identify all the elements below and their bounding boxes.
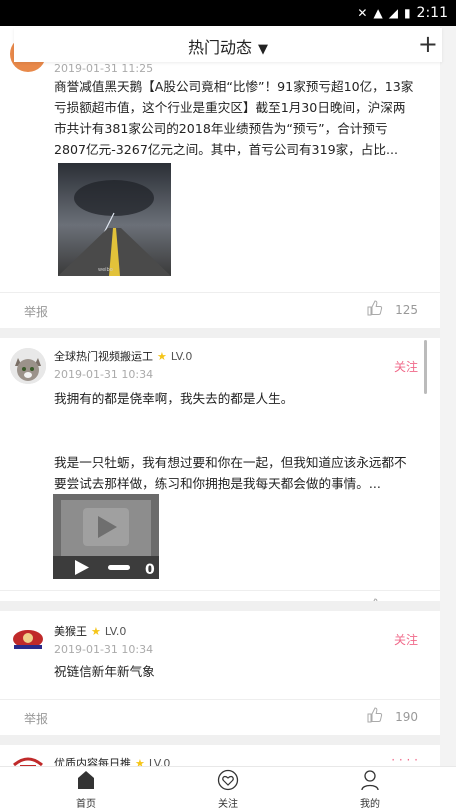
- nav-home-label: 首页: [76, 799, 96, 810]
- post-content[interactable]: 商誉减值黑天鹅【A股公司竟相“比惨”！91家预亏超10亿，13家亏损额超市值，这…: [54, 76, 416, 160]
- post-item[interactable]: 美猴王 ★ LV.0 2019-01-31 10:34 关注 祝链信新年新气象 举报…: [0, 611, 440, 735]
- nav-mine-label: 我的: [360, 799, 380, 810]
- username[interactable]: 全球热门视频搬运工 ★ LV.0: [54, 348, 192, 364]
- follow-button[interactable]: 关注: [394, 631, 418, 648]
- more-button[interactable]: · · · ·: [391, 753, 418, 766]
- like-count: 125: [395, 302, 418, 317]
- home-icon: [56, 769, 116, 793]
- avatar[interactable]: [10, 621, 46, 657]
- username[interactable]: 美猴王 ★ LV.0: [54, 623, 126, 639]
- like-button[interactable]: 190: [365, 706, 418, 727]
- nav-home[interactable]: 首页: [56, 769, 116, 810]
- divider: [0, 601, 440, 611]
- status-bar: ✕ ▲ ◢ ▮ 2:11: [0, 0, 456, 26]
- thumbs-up-icon: [365, 706, 383, 727]
- video-thumbnail[interactable]: 0: [53, 494, 159, 579]
- bottom-nav: 首页 关注 我的: [0, 766, 456, 811]
- post-actions: 举报 125: [0, 292, 440, 328]
- star-icon: ★: [91, 625, 101, 638]
- post-item[interactable]: 2019-01-31 11:25 商誉减值黑天鹅【A股公司竟相“比惨”！91家预…: [0, 26, 440, 328]
- chevron-down-icon: ▼: [258, 42, 268, 57]
- nav-mine[interactable]: 我的: [340, 769, 400, 810]
- nav-follow-label: 关注: [218, 799, 238, 810]
- battery-icon: ▮: [403, 6, 411, 20]
- post-content[interactable]: 祝链信新年新气象: [54, 661, 416, 682]
- like-button[interactable]: 125: [365, 299, 418, 320]
- post-actions: 举报 190: [0, 699, 440, 735]
- post-date: 2019-01-31 10:34: [54, 368, 154, 381]
- status-time: 2:11: [416, 5, 448, 21]
- page-title: 热门动态: [187, 38, 252, 57]
- user-level: LV.0: [170, 350, 193, 363]
- post-item[interactable]: 优质内容每日推 ★ LV.0 · · · ·: [0, 745, 440, 766]
- star-icon: ★: [157, 350, 167, 363]
- thumbs-up-icon: [365, 299, 383, 320]
- post-content[interactable]: 我拥有的都是侥幸啊，我失去的都是人生。: [54, 388, 416, 409]
- scroll-rail: [440, 26, 456, 766]
- user-level: LV.0: [104, 625, 127, 638]
- add-button[interactable]: +: [418, 28, 438, 60]
- username[interactable]: 优质内容每日推 ★ LV.0: [54, 755, 170, 766]
- header-title-dropdown[interactable]: 热门动态 ▼: [14, 34, 442, 58]
- report-button[interactable]: 举报: [24, 303, 48, 320]
- user-icon: [340, 769, 400, 793]
- follow-button[interactable]: 关注: [394, 358, 418, 375]
- feed[interactable]: 2019-01-31 11:25 商誉减值黑天鹅【A股公司竟相“比惨”！91家预…: [0, 26, 440, 766]
- post-image[interactable]: weibo: [58, 163, 171, 276]
- post-date: 2019-01-31 10:34: [54, 643, 154, 656]
- svg-text:weibo: weibo: [98, 267, 113, 273]
- video-count: 0: [145, 562, 155, 578]
- username-text: 优质内容每日推: [54, 757, 131, 766]
- like-count: 190: [395, 709, 418, 724]
- post-content[interactable]: 我是一只牡蛎，我有想过要和你在一起，但我知道应该永远都不要尝试去那样做，练习和你…: [54, 452, 416, 494]
- heart-icon: [198, 769, 258, 793]
- nav-follow[interactable]: 关注: [198, 769, 258, 810]
- user-level: LV.0: [148, 757, 171, 766]
- wifi-icon: ▲: [373, 6, 383, 20]
- post-item[interactable]: 全球热门视频搬运工 ★ LV.0 2019-01-31 10:34 关注 我拥有的都…: [0, 338, 440, 617]
- signal-icon: ◢: [388, 6, 398, 20]
- header: 热门动态 ▼ +: [14, 28, 442, 62]
- star-icon: ★: [135, 757, 145, 766]
- username-text: 美猴王: [54, 625, 87, 638]
- avatar[interactable]: [10, 348, 46, 384]
- post-date: 2019-01-31 11:25: [54, 62, 154, 75]
- report-button[interactable]: 举报: [24, 710, 48, 727]
- scrollbar-thumb[interactable]: [424, 340, 427, 394]
- mute-icon: ✕: [357, 6, 368, 20]
- divider: [0, 328, 440, 338]
- username-text: 全球热门视频搬运工: [54, 350, 153, 363]
- avatar[interactable]: [10, 751, 46, 766]
- divider: [0, 735, 440, 745]
